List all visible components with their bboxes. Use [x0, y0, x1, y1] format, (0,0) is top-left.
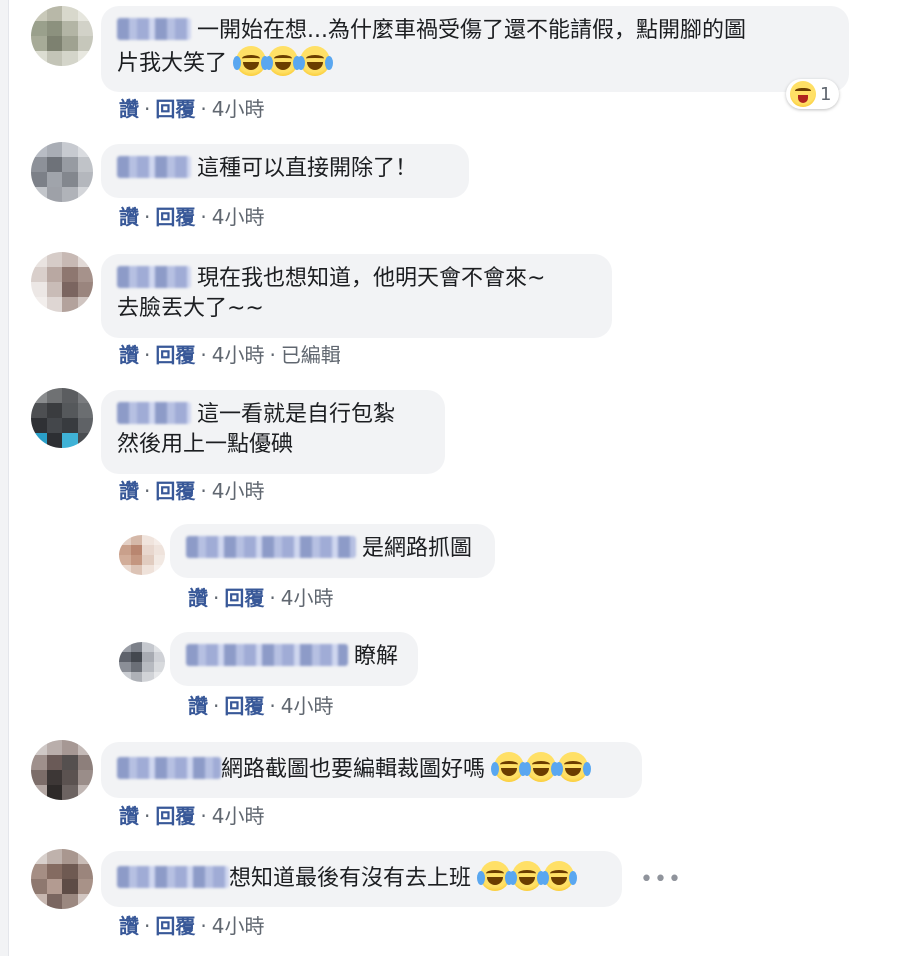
edited-label[interactable]: 已編輯: [281, 343, 341, 367]
laugh-tears-emoji: [541, 861, 578, 891]
like-link[interactable]: 讚: [119, 914, 139, 938]
separator: ·: [144, 914, 151, 938]
laugh-tears-emoji: [297, 46, 334, 76]
separator: ·: [200, 205, 207, 229]
haha-reaction-icon: [790, 81, 816, 107]
reaction-count-chip[interactable]: 1: [786, 79, 840, 109]
comment-bubble: 一開始在想...為什麼車禍受傷了還不能請假，點開腳的圖 片我大笑了: [101, 6, 849, 92]
reply-link[interactable]: 回覆: [155, 804, 195, 828]
like-link[interactable]: 讚: [119, 97, 139, 121]
comment-actions: 讚 · 回覆 · 4小時: [188, 582, 333, 611]
avatar[interactable]: [31, 6, 93, 66]
separator: ·: [269, 694, 276, 718]
commenter-name[interactable]: [117, 18, 191, 40]
comment-actions: 讚 · 回覆 · 4小時: [188, 690, 333, 719]
timestamp[interactable]: 4小時: [212, 479, 265, 503]
avatar[interactable]: [119, 535, 165, 575]
laugh-tears-emoji: [477, 861, 514, 891]
laugh-tears-emoji: [491, 752, 528, 782]
separator: ·: [144, 479, 151, 503]
separator: ·: [144, 205, 151, 229]
separator: ·: [213, 586, 220, 610]
timestamp[interactable]: 4小時: [212, 343, 265, 367]
reply-bubble: 是網路抓圖: [170, 524, 495, 578]
avatar[interactable]: [31, 740, 93, 800]
separator: ·: [200, 914, 207, 938]
comment-text: 一開始在想...為什麼車禍受傷了還不能請假，點開腳的圖: [197, 18, 746, 43]
comment-bubble: 想知道最後有沒有去上班: [101, 851, 622, 907]
commenter-name[interactable]: [117, 866, 229, 888]
comment-bubble: 現在我也想知道，他明天會不會來~ 去臉丟大了~~: [101, 254, 612, 338]
comment-text-line2: 去臉丟大了~~: [117, 296, 264, 321]
avatar[interactable]: [31, 388, 93, 448]
commenter-name[interactable]: [186, 644, 348, 666]
laugh-tears-emoji: [509, 861, 546, 891]
laugh-tears-emoji: [233, 46, 270, 76]
separator: ·: [200, 479, 207, 503]
separator: ·: [269, 343, 276, 367]
comment-text-line2: 片我大笑了: [117, 51, 228, 76]
separator: ·: [200, 343, 207, 367]
comment-text: 瞭解: [354, 644, 399, 669]
comment-text: 想知道最後有沒有去上班: [229, 866, 472, 891]
reply-link[interactable]: 回覆: [155, 479, 195, 503]
timestamp[interactable]: 4小時: [212, 804, 265, 828]
comment-actions: 讚 · 回覆 · 4小時: [119, 910, 264, 939]
comment-text: 網路截圖也要編輯裁圖好嗎: [221, 757, 486, 782]
avatar[interactable]: [31, 142, 93, 202]
comment-actions: 讚 · 回覆 · 4小時: [119, 475, 264, 504]
separator: ·: [213, 694, 220, 718]
separator: ·: [269, 586, 276, 610]
avatar[interactable]: [31, 252, 93, 312]
commenter-name[interactable]: [186, 536, 356, 558]
like-link[interactable]: 讚: [188, 586, 208, 610]
commenter-name[interactable]: [117, 757, 221, 779]
like-link[interactable]: 讚: [119, 479, 139, 503]
comment-actions: 讚 · 回覆 · 4小時: [119, 800, 264, 829]
timestamp[interactable]: 4小時: [212, 914, 265, 938]
laugh-tears-emoji: [265, 46, 302, 76]
more-options-icon[interactable]: •••: [640, 867, 682, 892]
separator: ·: [144, 343, 151, 367]
like-link[interactable]: 讚: [119, 205, 139, 229]
laugh-tears-emoji: [523, 752, 560, 782]
comment-bubble: 這種可以直接開除了！: [101, 144, 469, 198]
comment-text: 這一看就是自行包紮: [197, 402, 396, 427]
comment-text-line2: 然後用上一點優碘: [117, 432, 294, 457]
separator: ·: [200, 97, 207, 121]
comment-bubble: 網路截圖也要編輯裁圖好嗎: [101, 742, 642, 798]
timestamp[interactable]: 4小時: [212, 205, 265, 229]
reply-link[interactable]: 回覆: [155, 343, 195, 367]
timestamp[interactable]: 4小時: [212, 97, 265, 121]
reply-link[interactable]: 回覆: [155, 205, 195, 229]
page-left-border: [0, 0, 9, 956]
reply-link[interactable]: 回覆: [155, 97, 195, 121]
like-link[interactable]: 讚: [119, 343, 139, 367]
comment-actions: 讚 · 回覆 · 4小時: [119, 201, 264, 230]
commenter-name[interactable]: [117, 156, 191, 178]
commenter-name[interactable]: [117, 266, 191, 288]
reaction-count: 1: [820, 83, 832, 105]
comment-text: 這種可以直接開除了！: [197, 156, 418, 181]
laugh-tears-emoji: [555, 752, 592, 782]
reply-link[interactable]: 回覆: [224, 586, 264, 610]
reply-link[interactable]: 回覆: [155, 914, 195, 938]
separator: ·: [144, 804, 151, 828]
commenter-name[interactable]: [117, 402, 191, 424]
comment-actions: 讚 · 回覆 · 4小時: [119, 93, 264, 122]
reply-link[interactable]: 回覆: [224, 694, 264, 718]
reply-bubble: 瞭解: [170, 632, 418, 686]
avatar[interactable]: [31, 849, 93, 909]
comment-text: 是網路抓圖: [362, 536, 473, 561]
separator: ·: [144, 97, 151, 121]
timestamp[interactable]: 4小時: [281, 586, 334, 610]
like-link[interactable]: 讚: [188, 694, 208, 718]
separator: ·: [200, 804, 207, 828]
comment-bubble: 這一看就是自行包紮 然後用上一點優碘: [101, 390, 445, 474]
comment-actions: 讚 · 回覆 · 4小時 · 已編輯: [119, 339, 341, 368]
avatar[interactable]: [119, 642, 165, 682]
like-link[interactable]: 讚: [119, 804, 139, 828]
timestamp[interactable]: 4小時: [281, 694, 334, 718]
comment-text: 現在我也想知道，他明天會不會來~: [197, 266, 546, 291]
